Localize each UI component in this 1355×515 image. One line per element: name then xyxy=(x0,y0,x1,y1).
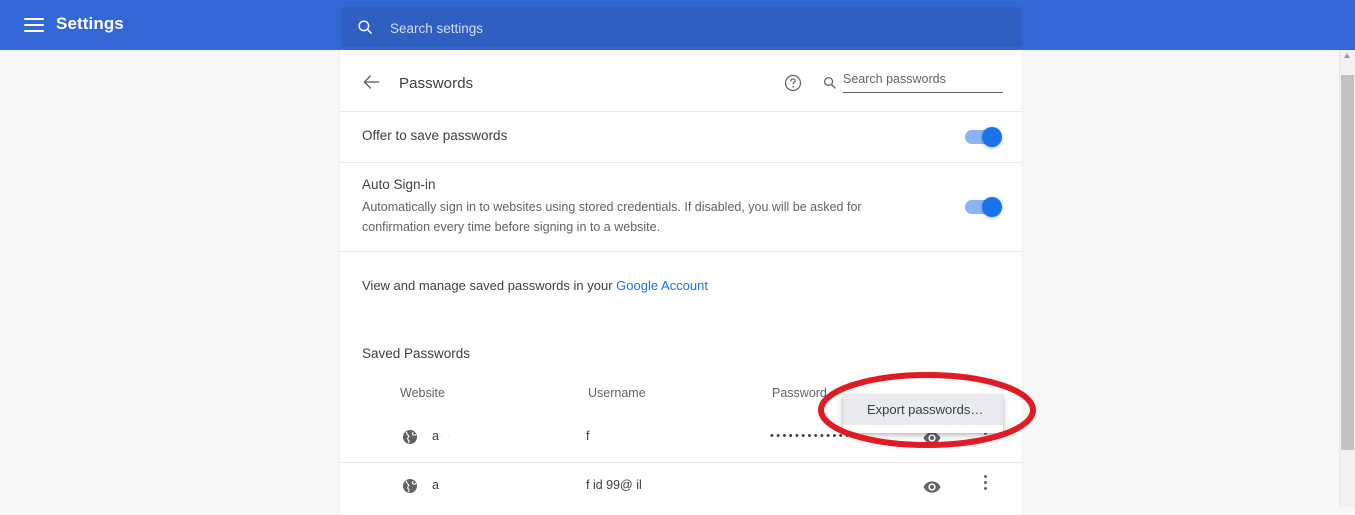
settings-page-body: Passwords Offer to save passwords Auto S… xyxy=(0,50,1340,515)
kebab-dot xyxy=(983,487,987,490)
saved-passwords-more-actions-button[interactable] xyxy=(974,338,1002,366)
settings-search-input[interactable] xyxy=(388,7,992,49)
top-app-bar: Settings xyxy=(0,0,1355,50)
cell-website-redacted: · · xyxy=(438,429,451,443)
hamburger-line xyxy=(24,24,44,26)
hamburger-line xyxy=(24,30,44,32)
auto-sign-in-description: Automatically sign in to websites using … xyxy=(362,200,862,234)
saved-passwords-header: Saved Passwords xyxy=(340,324,1022,386)
hamburger-line xyxy=(24,18,44,20)
help-circle-icon[interactable] xyxy=(784,74,802,92)
export-passwords-context-menu[interactable]: Export passwords… xyxy=(843,395,1003,433)
row-auto-sign-in[interactable]: Auto Sign-in Automatically sign in to we… xyxy=(340,162,1022,251)
cell-username: f id 99@ il xyxy=(586,478,642,492)
offer-to-save-toggle[interactable] xyxy=(965,127,1002,147)
globe-icon xyxy=(403,430,417,444)
toggle-knob xyxy=(982,197,1002,217)
cell-website: a· · xyxy=(432,429,572,443)
auto-sign-in-label: Auto Sign-in xyxy=(362,177,436,192)
column-header-password: Password xyxy=(772,386,827,400)
menu-item-export-passwords[interactable]: Export passwords… xyxy=(843,395,1003,425)
scroll-up-arrow-icon[interactable] xyxy=(1344,53,1350,58)
eye-icon[interactable] xyxy=(922,477,942,497)
manage-passwords-text: View and manage saved passwords in your … xyxy=(362,278,708,293)
manage-passwords-prefix: View and manage saved passwords in your xyxy=(362,278,617,293)
table-row[interactable]: a f id 99@ il xyxy=(340,463,1022,511)
kebab-dot xyxy=(983,438,987,441)
hamburger-icon[interactable] xyxy=(24,18,44,32)
passwords-settings-card: Passwords Offer to save passwords Auto S… xyxy=(340,50,1022,515)
cell-website: a xyxy=(432,478,439,492)
kebab-dot xyxy=(983,481,987,484)
row-manage-in-google-account: View and manage saved passwords in your … xyxy=(340,251,1022,324)
column-header-website: Website xyxy=(400,386,445,400)
vertical-scrollbar[interactable] xyxy=(1339,50,1355,507)
kebab-dot xyxy=(983,475,987,478)
menu-bottom-padding xyxy=(843,425,1003,433)
search-icon xyxy=(358,20,372,34)
cell-username: f xyxy=(586,429,590,443)
cell-website-text: a xyxy=(432,429,439,443)
offer-to-save-label: Offer to save passwords xyxy=(362,128,508,143)
row-more-actions-button[interactable] xyxy=(975,475,995,497)
globe-icon xyxy=(403,479,417,493)
page-title: Passwords xyxy=(399,75,474,92)
auto-sign-in-toggle[interactable] xyxy=(965,197,1002,217)
scrollbar-thumb[interactable] xyxy=(1341,75,1354,450)
search-passwords-input[interactable] xyxy=(843,68,1003,93)
saved-passwords-title: Saved Passwords xyxy=(362,346,471,361)
settings-search-box[interactable] xyxy=(341,7,1022,49)
column-header-username: Username xyxy=(588,386,646,400)
search-icon xyxy=(823,76,836,89)
toggle-knob xyxy=(982,127,1002,147)
app-title: Settings xyxy=(56,14,124,33)
row-offer-to-save-passwords[interactable]: Offer to save passwords xyxy=(340,111,1022,162)
passwords-card-header: Passwords xyxy=(340,50,1022,111)
google-account-link[interactable]: Google Account xyxy=(616,278,708,293)
back-arrow-icon[interactable] xyxy=(362,74,382,90)
